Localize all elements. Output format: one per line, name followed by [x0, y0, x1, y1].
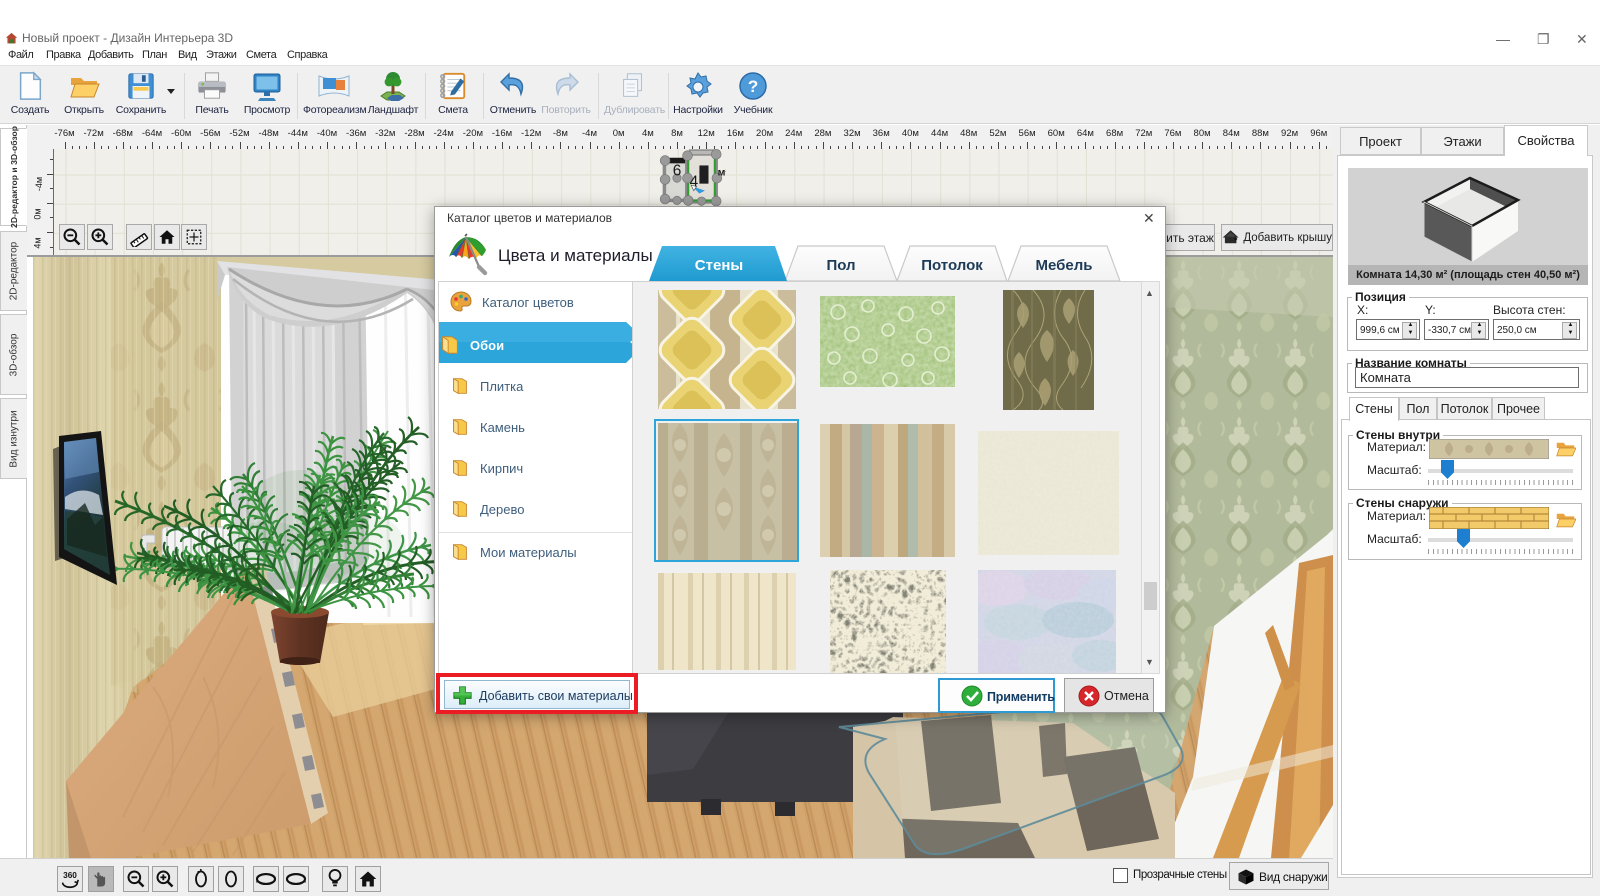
svg-text:?: ?	[748, 77, 758, 96]
svg-text:Стены: Стены	[695, 257, 743, 274]
svg-text:Мебель: Мебель	[1036, 257, 1093, 274]
svg-text:360: 360	[63, 871, 77, 880]
svg-text:Пол: Пол	[826, 257, 855, 274]
svg-text:м²: м²	[718, 166, 726, 178]
svg-text:Потолок: Потолок	[921, 257, 983, 274]
svg-text:6: 6	[673, 162, 682, 179]
svg-text:4: 4	[690, 173, 699, 190]
